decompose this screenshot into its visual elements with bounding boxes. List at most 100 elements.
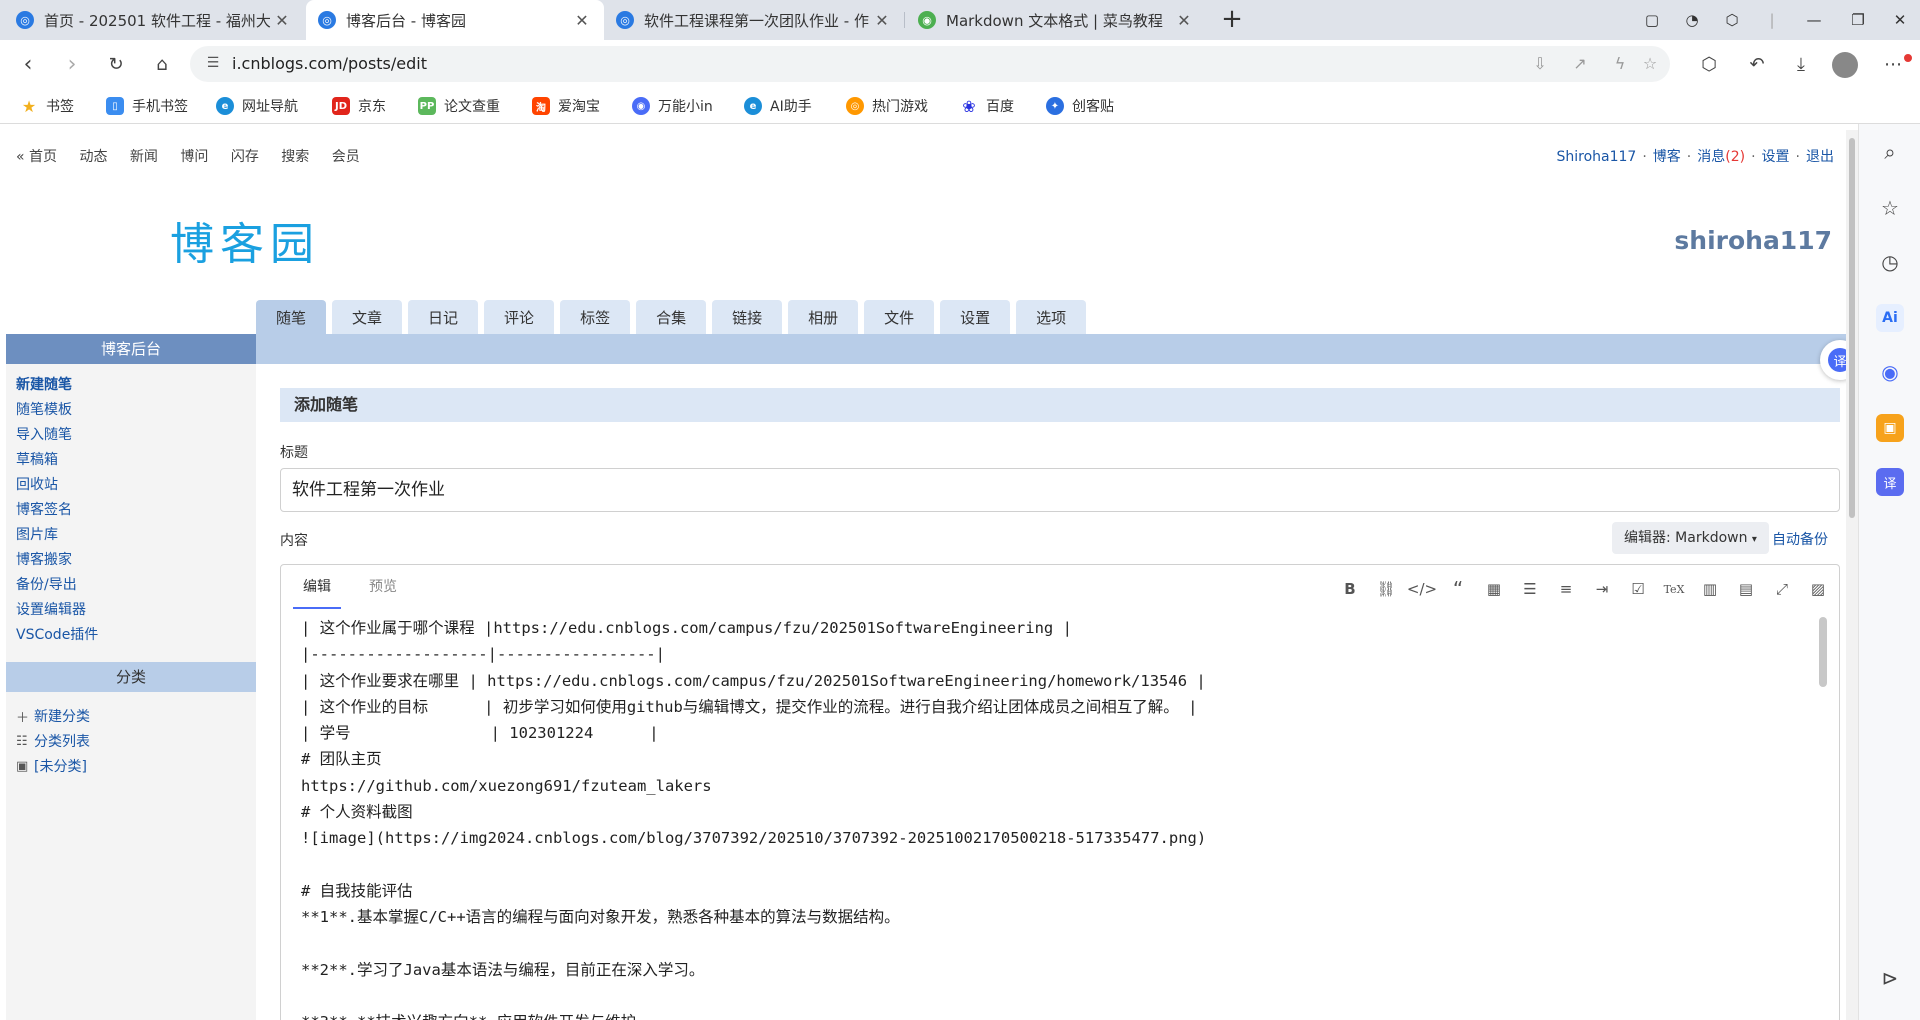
bookmark-item[interactable]: PP 论文查重	[418, 96, 500, 116]
bookmark-item[interactable]: ❀ 百度	[960, 96, 1014, 116]
sidebar-item-new-post[interactable]: 新建随笔	[16, 374, 72, 394]
bookmark-item[interactable]: e AI助手	[744, 96, 812, 116]
close-icon[interactable]: ✕	[1174, 11, 1194, 30]
bookmark-item[interactable]: e 网址导航	[216, 96, 298, 116]
sidebar-item-signature[interactable]: 博客签名	[16, 499, 72, 519]
tab-tags[interactable]: 标签	[560, 300, 631, 334]
uncategorized-link[interactable]: ▣ [未分类]	[16, 756, 87, 776]
fullscreen-icon[interactable]: ⤢	[1769, 577, 1795, 601]
bookmark-item[interactable]: JD 京东	[332, 96, 386, 116]
forward-icon[interactable]: ›	[56, 48, 88, 80]
address-bar[interactable]: ☰ i.cnblogs.com/posts/edit ⇩ ↗ ϟ ☆	[190, 46, 1670, 82]
site-info-icon[interactable]: ☰	[204, 55, 222, 73]
tab-options[interactable]: 选项	[1016, 300, 1087, 334]
incognito-icon[interactable]: ◔	[1672, 0, 1712, 40]
collapse-panel-icon[interactable]: ⊳	[1876, 964, 1904, 992]
bold-icon[interactable]: B	[1337, 577, 1363, 601]
new-category-link[interactable]: ＋新建分类	[16, 706, 90, 726]
minimize-icon[interactable]: —	[1794, 0, 1834, 40]
search-icon[interactable]: ⌕	[1876, 138, 1904, 166]
cnblogs-logo[interactable]: 博客园	[170, 208, 320, 272]
ai-icon[interactable]: Ai	[1876, 304, 1904, 332]
gamepad-icon[interactable]: ◉	[1876, 358, 1904, 386]
tab-files[interactable]: 文件	[864, 300, 935, 334]
quote-icon[interactable]: “	[1445, 577, 1471, 601]
restore-icon[interactable]: ❐	[1838, 0, 1878, 40]
install-app-icon[interactable]: ⇩	[1530, 54, 1550, 74]
logout-link[interactable]: 退出	[1806, 149, 1834, 165]
browser-tab[interactable]: ◎ 软件工程课程第一次团队作业 - 作 ✕	[604, 0, 904, 40]
user-name-link[interactable]: Shiroha117	[1557, 149, 1637, 165]
settings-link[interactable]: 设置	[1762, 149, 1790, 165]
title-input[interactable]: 软件工程第一次作业	[280, 468, 1840, 512]
auto-backup-link[interactable]: 自动备份	[1772, 529, 1828, 549]
nav-ask-link[interactable]: 博问	[180, 149, 208, 165]
message-count-badge[interactable]: (2)	[1725, 149, 1745, 165]
tab-settings[interactable]: 设置	[940, 300, 1011, 334]
bookmark-item[interactable]: ▯ 手机书签	[106, 96, 188, 116]
share-icon[interactable]: ↗	[1570, 54, 1590, 74]
browser-tab[interactable]: ◎ 首页 - 202501 软件工程 - 福州大 ✕	[4, 0, 304, 40]
sidebar-item-editor-settings[interactable]: 设置编辑器	[16, 599, 86, 619]
favorite-star-icon[interactable]: ☆	[1640, 54, 1660, 74]
category-list-link[interactable]: ☷ 分类列表	[16, 731, 90, 751]
briefcase-icon[interactable]: ▣	[1876, 414, 1904, 442]
sidebar-item-drafts[interactable]: 草稿箱	[16, 449, 58, 469]
close-icon[interactable]: ✕	[272, 11, 292, 30]
new-tab-button[interactable]: +	[1216, 4, 1248, 36]
bookmark-item[interactable]: ◉ 万能小in	[632, 96, 713, 116]
tab-diary[interactable]: 日记	[408, 300, 479, 334]
page-scrollbar[interactable]	[1846, 130, 1858, 1020]
tab-albums[interactable]: 相册	[788, 300, 859, 334]
nav-flash-link[interactable]: 闪存	[231, 149, 259, 165]
editor-scrollbar[interactable]	[1819, 617, 1827, 687]
tab-comments[interactable]: 评论	[484, 300, 555, 334]
tex-icon[interactable]: TeX	[1661, 577, 1687, 601]
markdown-editor[interactable]: 编辑 预览 B ⛓ </> “ ▦ ☰ ≡ ⇥ ☑ TeX ▥ ▤ ⤢ ▨ | …	[280, 564, 1840, 1020]
favorites-icon[interactable]: ☆	[1876, 194, 1904, 222]
reload-icon[interactable]: ↻	[100, 48, 132, 80]
profile-avatar[interactable]	[1832, 52, 1858, 78]
bookmark-item[interactable]: 淘爱淘宝	[532, 96, 600, 116]
nav-member-link[interactable]: 会员	[332, 149, 360, 165]
sidebar-item-import[interactable]: 导入随笔	[16, 424, 72, 444]
extensions-puzzle-icon[interactable]: ⬡	[1696, 52, 1722, 78]
nav-home-link[interactable]: « 首页	[16, 149, 57, 165]
more-menu-icon[interactable]: ⋯	[1880, 52, 1906, 78]
sidebar-item-image-library[interactable]: 图片库	[16, 524, 58, 544]
history-icon[interactable]: ◷	[1876, 248, 1904, 276]
table-icon[interactable]: ▦	[1481, 577, 1507, 601]
save-icon[interactable]: ▤	[1733, 577, 1759, 601]
undo-icon[interactable]: ↶	[1744, 52, 1770, 78]
close-icon[interactable]: ✕	[872, 11, 892, 30]
numbered-list-icon[interactable]: ≡	[1553, 577, 1579, 601]
sidebar-item-recycle-bin[interactable]: 回收站	[16, 474, 58, 494]
blog-username[interactable]: shiroha117	[1674, 226, 1832, 255]
sidebar-item-blog-move[interactable]: 博客搬家	[16, 549, 72, 569]
close-window-icon[interactable]: ✕	[1880, 0, 1920, 40]
scroll-thumb[interactable]	[1849, 138, 1855, 518]
tab-preview[interactable]: 预览	[359, 565, 407, 609]
bookmark-item[interactable]: ★ 书签	[20, 96, 74, 116]
home-icon[interactable]: ⌂	[146, 48, 178, 80]
markdown-textarea[interactable]: | 这个作业属于哪个课程 |https://edu.cnblogs.com/ca…	[301, 615, 1801, 1020]
nav-search-link[interactable]: 搜索	[281, 149, 309, 165]
indent-icon[interactable]: ⇥	[1589, 577, 1615, 601]
bullet-list-icon[interactable]: ☰	[1517, 577, 1543, 601]
blog-link[interactable]: 博客	[1653, 149, 1681, 165]
flash-icon[interactable]: ϟ	[1610, 54, 1630, 74]
columns-icon[interactable]: ▥	[1697, 577, 1723, 601]
sidebar-item-templates[interactable]: 随笔模板	[16, 399, 72, 419]
nav-dynamic-link[interactable]: 动态	[79, 149, 107, 165]
tab-collections[interactable]: 合集	[636, 300, 707, 334]
editor-type-select[interactable]: 编辑器: Markdown ▾	[1612, 522, 1769, 554]
nav-news-link[interactable]: 新闻	[130, 149, 158, 165]
bookmark-item[interactable]: ◎ 热门游戏	[846, 96, 928, 116]
sidebar-item-vscode-plugin[interactable]: VSCode插件	[16, 624, 98, 644]
checkbox-icon[interactable]: ☑	[1625, 577, 1651, 601]
browser-tab[interactable]: ◉ Markdown 文本格式 | 菜鸟教程 ✕	[906, 0, 1206, 40]
tab-articles[interactable]: 文章	[332, 300, 403, 334]
extensions-icon[interactable]: ⬡	[1712, 0, 1752, 40]
code-icon[interactable]: </>	[1407, 577, 1437, 601]
tab-edit[interactable]: 编辑	[293, 565, 341, 609]
